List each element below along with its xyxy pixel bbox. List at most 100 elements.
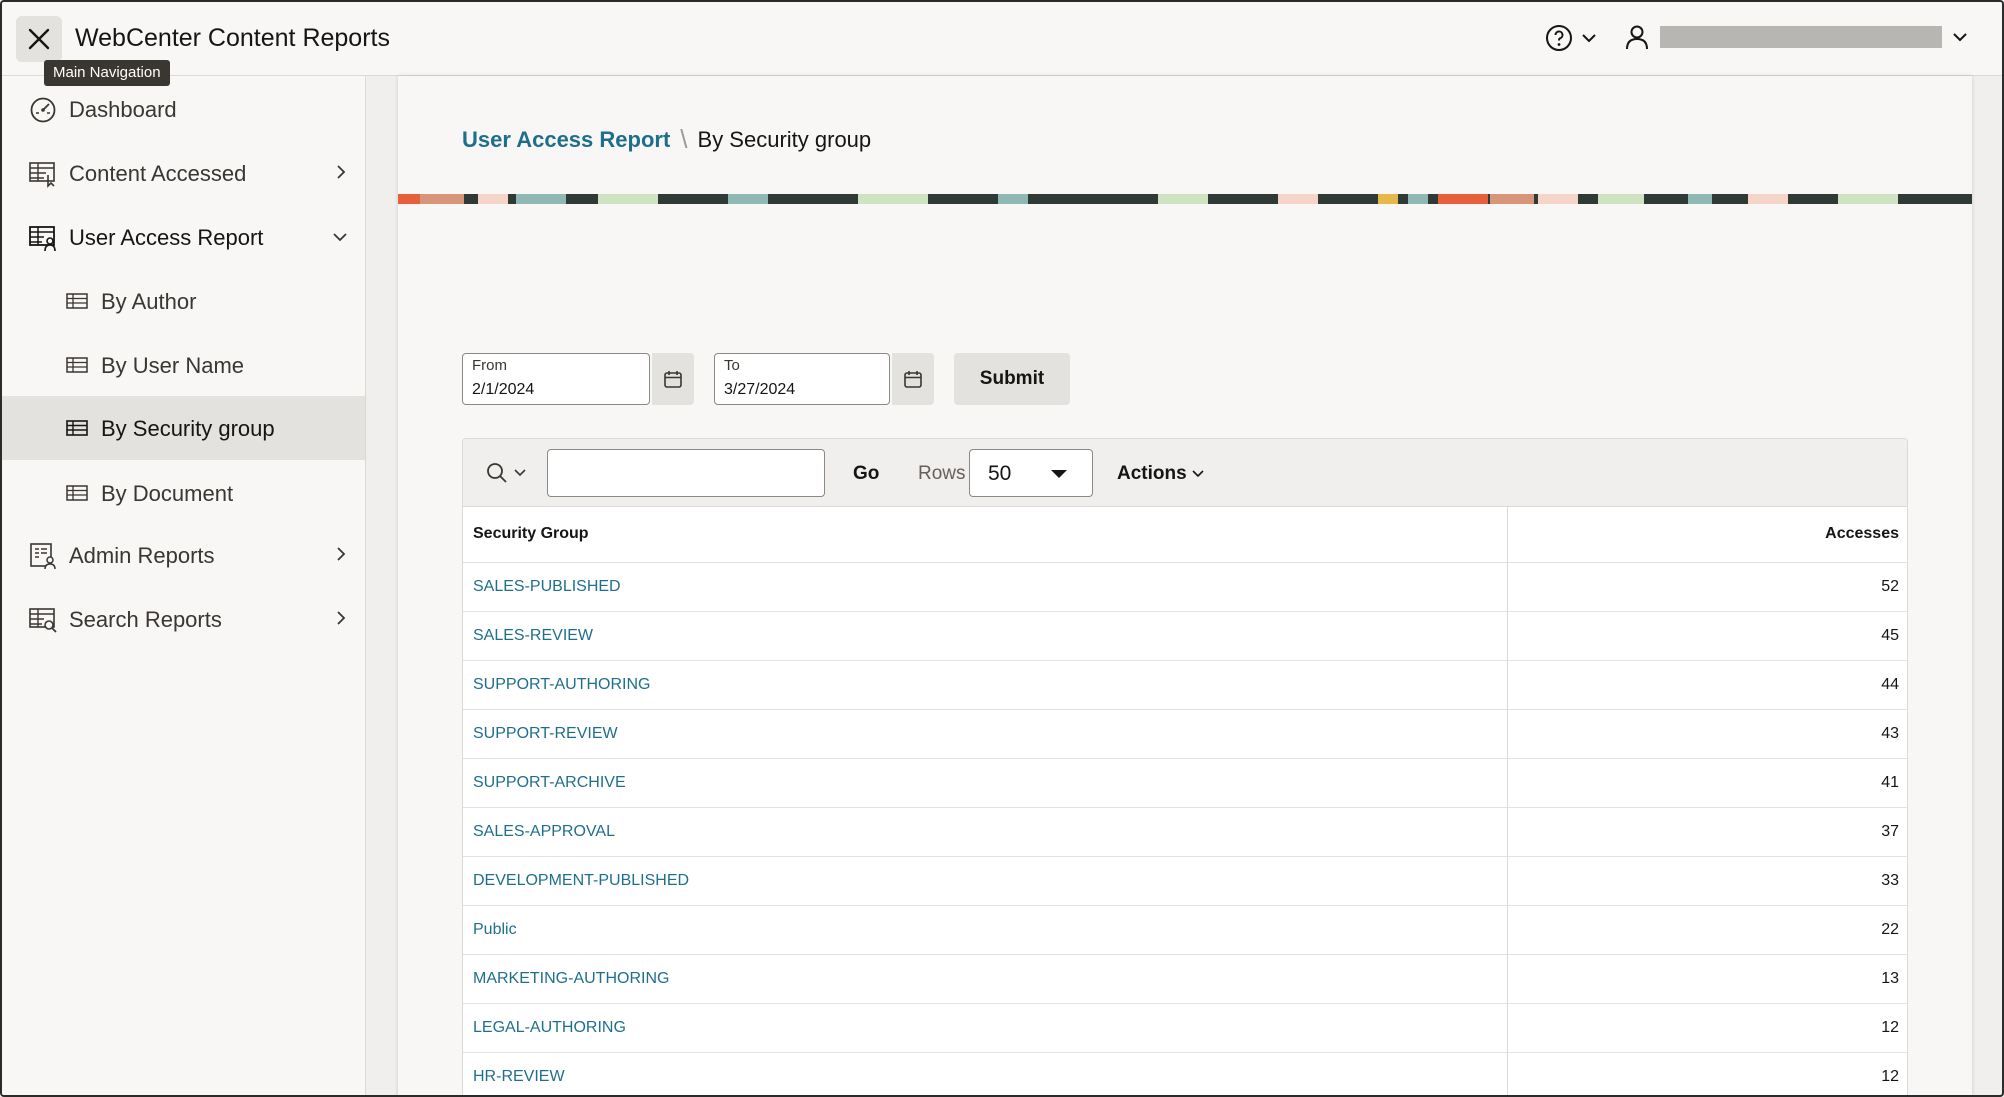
search-report-icon [29,606,57,634]
caret-down-icon [1050,469,1068,479]
accesses-value: 12 [1881,1068,1899,1085]
chevron-down-icon [332,232,348,242]
to-date-label: To [724,357,740,374]
security-group-link[interactable]: LEGAL-AUTHORING [473,1019,626,1037]
security-group-link[interactable]: Public [473,921,517,939]
close-icon [28,28,50,50]
actions-label: Actions [1117,463,1187,484]
chevron-down-icon [1952,32,1968,42]
sidebar-item-content-accessed[interactable]: Content Accessed [2,142,365,204]
breadcrumb-current-page: By Security group [697,126,872,152]
to-date-value: 3/27/2024 [724,381,796,398]
security-group-link[interactable]: SALES-PUBLISHED [473,578,621,596]
sidebar-item-label: Content Accessed [69,161,247,186]
chevron-right-icon [336,164,346,180]
user-menu-button[interactable] [1624,24,1968,50]
sidebar-item-label: Dashboard [69,97,177,122]
chevron-right-icon [336,546,346,562]
security-group-link[interactable]: DEVELOPMENT-PUBLISHED [473,872,689,890]
security-group-link[interactable]: HR-REVIEW [473,1068,565,1086]
sidebar-item-admin-reports[interactable]: Admin Reports [2,524,365,586]
table-row: Public 22 [463,906,1907,955]
calendar-icon [903,369,923,389]
go-button[interactable]: Go [853,463,879,485]
security-group-link[interactable]: SUPPORT-ARCHIVE [473,774,626,792]
sidebar-item-search-reports[interactable]: Search Reports [2,588,365,650]
security-group-link[interactable]: MARKETING-AUTHORING [473,970,669,988]
app-window: WebCenter Content Reports Main Navigatio… [0,0,2004,1097]
sidebar-item-label: User Access Report [69,225,264,250]
search-column-menu-button[interactable] [485,461,527,485]
chevron-down-icon [1191,469,1205,479]
sidebar-item-by-author[interactable]: By Author [2,270,365,332]
main-navigation-tooltip: Main Navigation [44,60,170,86]
submit-button[interactable]: Submit [954,353,1070,405]
accesses-value: 43 [1881,725,1899,742]
breadcrumb-link-user-access-report[interactable]: User Access Report [462,127,670,153]
report-body: From 2/1/2024 To 3/27/2024 Submit Go Row… [398,204,1972,1095]
user-icon [1624,24,1650,50]
table-row: SALES-APPROVAL 37 [463,808,1907,857]
dashboard-gauge-icon [29,96,57,124]
rows-per-page-select[interactable]: 50 [969,449,1093,497]
chevron-down-icon [1581,33,1597,43]
admin-report-icon [29,542,57,570]
table-header: Security Group Accesses [463,507,1907,563]
security-group-link[interactable]: SALES-APPROVAL [473,823,615,841]
sidebar-navigation: Dashboard Content Accessed User Access R… [2,76,366,1095]
sidebar-item-dashboard[interactable]: Dashboard [2,78,365,140]
table-body: SALES-PUBLISHED 52 SALES-REVIEW 45 SUPPORT-A… [463,563,1907,1095]
table-row: SUPPORT-REVIEW 43 [463,710,1907,759]
table-row: LEGAL-AUTHORING 12 [463,1004,1907,1053]
help-icon [1545,24,1573,52]
from-date-picker-button[interactable] [652,353,694,405]
table-grid-icon [66,355,88,375]
chevron-down-icon [513,468,527,478]
table-row: SUPPORT-AUTHORING 44 [463,661,1907,710]
security-group-link[interactable]: SUPPORT-REVIEW [473,725,618,743]
search-input[interactable] [547,449,825,497]
sidebar-item-label: By User Name [101,353,245,378]
table-grid-icon [66,483,88,503]
sidebar-item-by-document[interactable]: By Document [2,462,365,524]
security-group-link[interactable]: SUPPORT-AUTHORING [473,676,651,694]
report-toolbar: Go Rows 50 Actions [463,439,1907,507]
sidebar-item-label: Admin Reports [69,543,215,568]
sidebar-item-by-security-group[interactable]: By Security group [2,396,365,460]
table-row: MARKETING-AUTHORING 13 [463,955,1907,1004]
security-group-link[interactable]: SALES-REVIEW [473,627,593,645]
user-report-icon [29,224,57,252]
rows-per-page-value: 50 [988,462,1012,485]
accesses-value: 33 [1881,872,1899,889]
from-date-label: From [472,357,507,374]
chevron-right-icon [336,610,346,626]
sidebar-item-label: By Document [101,481,234,506]
table-row: SUPPORT-ARCHIVE 41 [463,759,1907,808]
from-date-field[interactable]: From 2/1/2024 [462,353,650,405]
sidebar-item-label: By Security group [101,416,275,441]
table-row: SALES-REVIEW 45 [463,612,1907,661]
accesses-value: 13 [1881,970,1899,987]
sidebar-item-by-user-name[interactable]: By User Name [2,334,365,396]
table-grid-icon [66,291,88,311]
accesses-value: 37 [1881,823,1899,840]
sidebar-item-user-access-report[interactable]: User Access Report [2,206,365,268]
table-row: DEVELOPMENT-PUBLISHED 33 [463,857,1907,906]
breadcrumb-separator: \ [680,124,688,154]
actions-menu-button[interactable]: Actions [1117,463,1205,485]
from-date-value: 2/1/2024 [472,381,535,398]
sidebar-item-label: By Author [101,289,197,314]
accesses-value: 44 [1881,676,1899,693]
to-date-picker-button[interactable] [892,353,934,405]
table-row: HR-REVIEW 12 [463,1053,1907,1095]
content-panel: User Access Report \ By Security group F… [398,76,1972,1095]
table-grid-icon [66,418,88,438]
to-date-field[interactable]: To 3/27/2024 [714,353,890,405]
close-navigation-button[interactable] [16,16,62,62]
help-menu-button[interactable] [1545,24,1597,52]
breadcrumb: User Access Report \ By Security group [462,124,871,155]
column-header-security-group[interactable]: Security Group [473,525,589,543]
accesses-value: 41 [1881,774,1899,791]
accesses-value: 12 [1881,1019,1899,1036]
column-header-accesses[interactable]: Accesses [1825,525,1899,543]
